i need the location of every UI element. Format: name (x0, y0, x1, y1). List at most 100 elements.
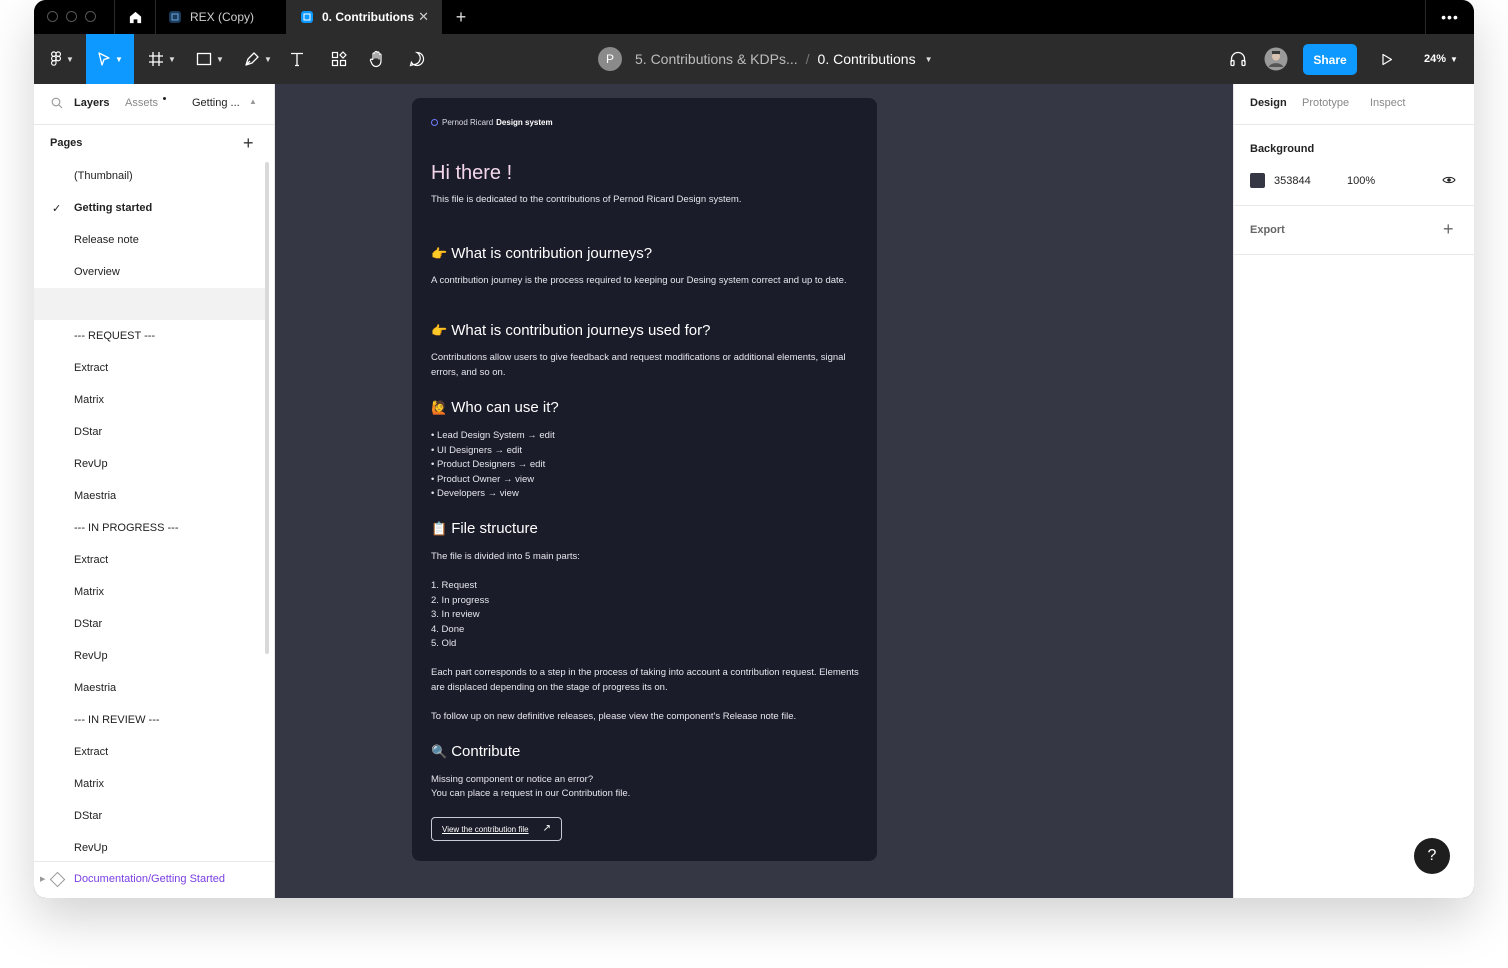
section-heading: 🔍 Contribute (431, 743, 520, 760)
project-name[interactable]: 5. Contributions & KDPs... (635, 51, 798, 67)
part-item: 2. In progress (431, 594, 490, 606)
expand-arrow-icon[interactable]: ▶ (40, 875, 45, 883)
page-item[interactable]: (Thumbnail) (34, 160, 266, 192)
chevron-up-icon[interactable]: ▲ (249, 97, 257, 106)
more-options-button[interactable]: ••• (1425, 0, 1474, 34)
toolbar: ▼ ▼ ▼ ▼ ▼ P 5. Contributions & KDPs... /… (34, 34, 1474, 84)
magnifier-icon: 🔍 (431, 743, 448, 759)
part-item: 3. In review (431, 609, 480, 621)
tab-design[interactable]: Design (1250, 97, 1287, 109)
tab-inspect[interactable]: Inspect (1370, 97, 1405, 109)
text-tool[interactable] (284, 34, 310, 84)
figma-logo-icon (51, 51, 62, 66)
frame-tool[interactable]: ▼ (142, 34, 182, 84)
page-item[interactable]: Matrix (34, 768, 266, 800)
section-title: Who can use it? (451, 399, 559, 416)
tab-assets[interactable]: Assets (125, 97, 158, 109)
user-photo-icon (1264, 47, 1288, 71)
divider (1234, 205, 1474, 206)
page-item[interactable]: --- REQUEST --- (34, 320, 266, 352)
page-item[interactable]: RevUp (34, 640, 266, 672)
eye-icon[interactable] (1442, 175, 1456, 185)
part-item: 5. Old (431, 638, 457, 650)
section-body: Missing component or notice an error? (431, 774, 594, 785)
add-export-button[interactable]: + (1443, 220, 1454, 238)
background-opacity[interactable]: 100% (1347, 175, 1375, 187)
section-title: What is contribution journeys used for? (451, 322, 711, 339)
page-list-scrollbar[interactable] (265, 162, 269, 654)
page-item[interactable]: RevUp (34, 448, 266, 480)
resources-tool[interactable] (324, 34, 354, 84)
page-item[interactable]: Overview (34, 256, 266, 288)
main-menu-button[interactable]: ▼ (42, 34, 82, 84)
comment-tool[interactable] (402, 34, 432, 84)
page-label: (Thumbnail) (74, 170, 133, 182)
search-icon[interactable] (51, 97, 63, 109)
minimize-window-button[interactable] (66, 11, 77, 22)
layer-row[interactable]: ▶ Documentation/Getting Started (34, 861, 274, 898)
home-button[interactable] (114, 0, 156, 34)
zoom-control[interactable]: 24% ▼ (1424, 34, 1458, 84)
components-icon (331, 51, 347, 67)
cursor-icon (98, 52, 110, 66)
chevron-down-icon: ▼ (1450, 54, 1458, 64)
add-page-button[interactable]: + (243, 134, 254, 152)
view-contribution-file-button[interactable]: View the contribution file ↗ (431, 817, 562, 841)
page-item[interactable]: DStar (34, 608, 266, 640)
person-raising-hand-icon: 🙋 (431, 399, 448, 415)
page-list: (Thumbnail) ✓ Getting started Release note O… (34, 160, 266, 864)
tab-rex-copy[interactable]: REX (Copy) (155, 0, 287, 34)
move-tool[interactable]: ▼ (86, 34, 134, 84)
page-item[interactable]: --- IN REVIEW --- (34, 704, 266, 736)
chevron-down-icon[interactable]: ▼ (925, 55, 933, 64)
tab-prototype[interactable]: Prototype (1302, 97, 1349, 109)
right-panel: Design Prototype Inspect Background 3538… (1233, 84, 1474, 898)
file-name[interactable]: 0. Contributions (818, 51, 916, 67)
help-button[interactable]: ? (1414, 838, 1450, 874)
share-button[interactable]: Share (1303, 44, 1357, 75)
page-item[interactable]: Matrix (34, 384, 266, 416)
section-heading: 👉 What is contribution journeys used for… (431, 322, 711, 339)
getting-started-frame[interactable]: Pernod Ricard Design system Hi there ! T… (412, 98, 877, 861)
page-item[interactable]: ✓ Getting started (34, 192, 266, 224)
project-avatar: P (598, 47, 622, 71)
page-item[interactable] (34, 288, 266, 320)
page-selector[interactable]: Getting ... (192, 97, 240, 109)
maximize-window-button[interactable] (85, 11, 96, 22)
section-heading: 🙋 Who can use it? (431, 399, 559, 416)
tab-contributions[interactable]: 0. Contributions ✕ (287, 0, 442, 34)
audio-button[interactable] (1224, 34, 1252, 84)
canvas[interactable]: Pernod Ricard Design system Hi there ! T… (275, 84, 1233, 898)
rectangle-icon (196, 52, 212, 66)
page-item[interactable]: Release note (34, 224, 266, 256)
present-button[interactable] (1374, 34, 1400, 84)
page-item[interactable]: Extract (34, 736, 266, 768)
button-label: View the contribution file (442, 824, 529, 834)
page-item[interactable]: DStar (34, 416, 266, 448)
shape-tool[interactable]: ▼ (190, 34, 230, 84)
tab-layers[interactable]: Layers (74, 97, 109, 109)
page-item[interactable]: Maestria (34, 480, 266, 512)
page-item[interactable]: DStar (34, 800, 266, 832)
pen-tool[interactable]: ▼ (238, 34, 278, 84)
page-item[interactable]: Matrix (34, 576, 266, 608)
left-panel: Layers Assets Getting ... ▲ Pages + (Thu… (34, 84, 275, 898)
background-hex[interactable]: 353844 (1274, 175, 1311, 187)
close-tab-icon[interactable]: ✕ (418, 9, 429, 25)
background-swatch[interactable] (1250, 173, 1265, 188)
page-item[interactable]: Extract (34, 544, 266, 576)
new-tab-button[interactable]: + (449, 0, 473, 34)
page-item[interactable]: Extract (34, 352, 266, 384)
user-avatar[interactable] (1263, 34, 1289, 84)
section-heading: 📋 File structure (431, 520, 538, 537)
hand-tool[interactable] (362, 34, 392, 84)
role-item: • Product Designers → edit (431, 459, 546, 471)
file-icon (301, 11, 313, 23)
app-window: REX (Copy) 0. Contributions ✕ + ••• ▼ ▼ … (34, 0, 1474, 898)
page-item[interactable]: Maestria (34, 672, 266, 704)
hand-icon (369, 50, 382, 68)
page-label: RevUp (74, 650, 108, 662)
page-item[interactable]: --- IN PROGRESS --- (34, 512, 266, 544)
close-window-button[interactable] (47, 11, 58, 22)
page-item[interactable]: RevUp (34, 832, 266, 864)
